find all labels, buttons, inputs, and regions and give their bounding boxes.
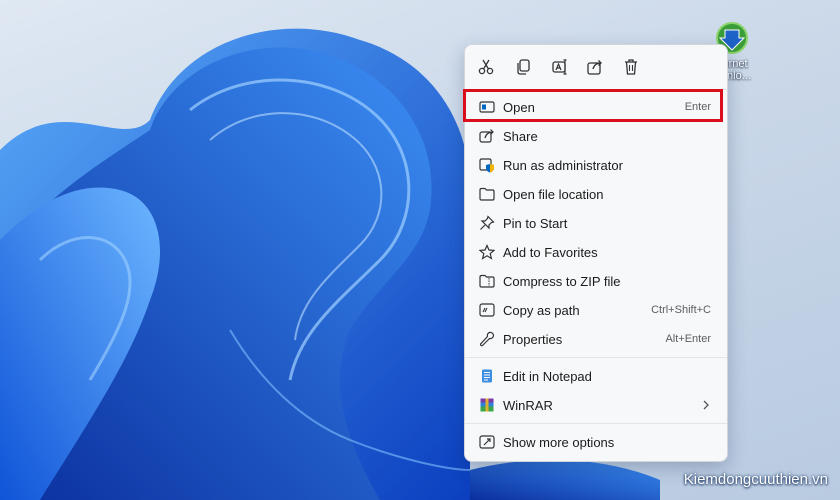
menu-item-open[interactable]: Open Enter [469, 93, 723, 121]
menu-item-shortcut: Enter [684, 101, 711, 113]
menu-item-label: Open [503, 100, 535, 115]
menu-item-copy-as-path[interactable]: Copy as path Ctrl+Shift+C [469, 296, 723, 324]
menu-item-share[interactable]: Share [469, 122, 723, 150]
share-icon [587, 60, 602, 75]
wrench-icon [479, 331, 495, 347]
menu-item-label: Add to Favorites [503, 245, 598, 260]
menu-item-edit-in-notepad[interactable]: Edit in Notepad [469, 362, 723, 390]
share-button[interactable] [583, 55, 607, 79]
open-icon [479, 99, 495, 115]
copy-icon [517, 59, 530, 75]
menu-item-run-as-administrator[interactable]: Run as administrator [469, 151, 723, 179]
zip-folder-icon [479, 273, 495, 289]
chevron-right-icon [703, 400, 709, 410]
menu-item-properties[interactable]: Properties Alt+Enter [469, 325, 723, 353]
star-icon [479, 244, 495, 260]
context-menu: Open Enter Share Run as administrator Op… [464, 44, 728, 462]
menu-item-winrar[interactable]: WinRAR [469, 391, 723, 419]
menu-item-pin-to-start[interactable]: Pin to Start [469, 209, 723, 237]
menu-item-label: Show more options [503, 435, 615, 450]
watermark: Kiemdongcuuthien.vn [683, 471, 828, 488]
shield-icon [479, 157, 495, 173]
notepad-icon [479, 368, 495, 384]
menu-item-label: Open file location [503, 187, 604, 202]
cut-button[interactable] [474, 55, 498, 79]
pin-icon [479, 215, 495, 231]
delete-icon [625, 59, 637, 75]
menu-separator [465, 357, 727, 358]
menu-item-shortcut: Ctrl+Shift+C [651, 304, 711, 316]
menu-item-label: WinRAR [503, 398, 553, 413]
rename-icon [552, 59, 567, 75]
menu-item-open-file-location[interactable]: Open file location [469, 180, 723, 208]
cut-icon [478, 59, 494, 75]
copy-button[interactable] [511, 55, 535, 79]
menu-item-label: Edit in Notepad [503, 369, 592, 384]
folder-icon [479, 186, 495, 202]
menu-item-label: Copy as path [503, 303, 580, 318]
delete-button[interactable] [619, 55, 643, 79]
menu-item-shortcut: Alt+Enter [665, 333, 711, 345]
share-icon [479, 128, 495, 144]
copy-path-icon [479, 302, 495, 318]
menu-item-compress-to-zip[interactable]: Compress to ZIP file [469, 267, 723, 295]
menu-item-label: Properties [503, 332, 563, 347]
rename-button[interactable] [548, 55, 572, 79]
menu-item-add-to-favorites[interactable]: Add to Favorites [469, 238, 723, 266]
menu-item-label: Share [503, 129, 538, 144]
menu-item-show-more-options[interactable]: Show more options [469, 428, 723, 456]
more-options-icon [479, 434, 495, 450]
menu-item-label: Pin to Start [503, 216, 568, 231]
quick-actions-divider [465, 89, 727, 90]
quick-actions-bar [465, 45, 727, 89]
menu-item-label: Run as administrator [503, 158, 623, 173]
menu-separator [465, 423, 727, 424]
menu-item-label: Compress to ZIP file [503, 274, 621, 289]
winrar-icon [479, 397, 495, 413]
